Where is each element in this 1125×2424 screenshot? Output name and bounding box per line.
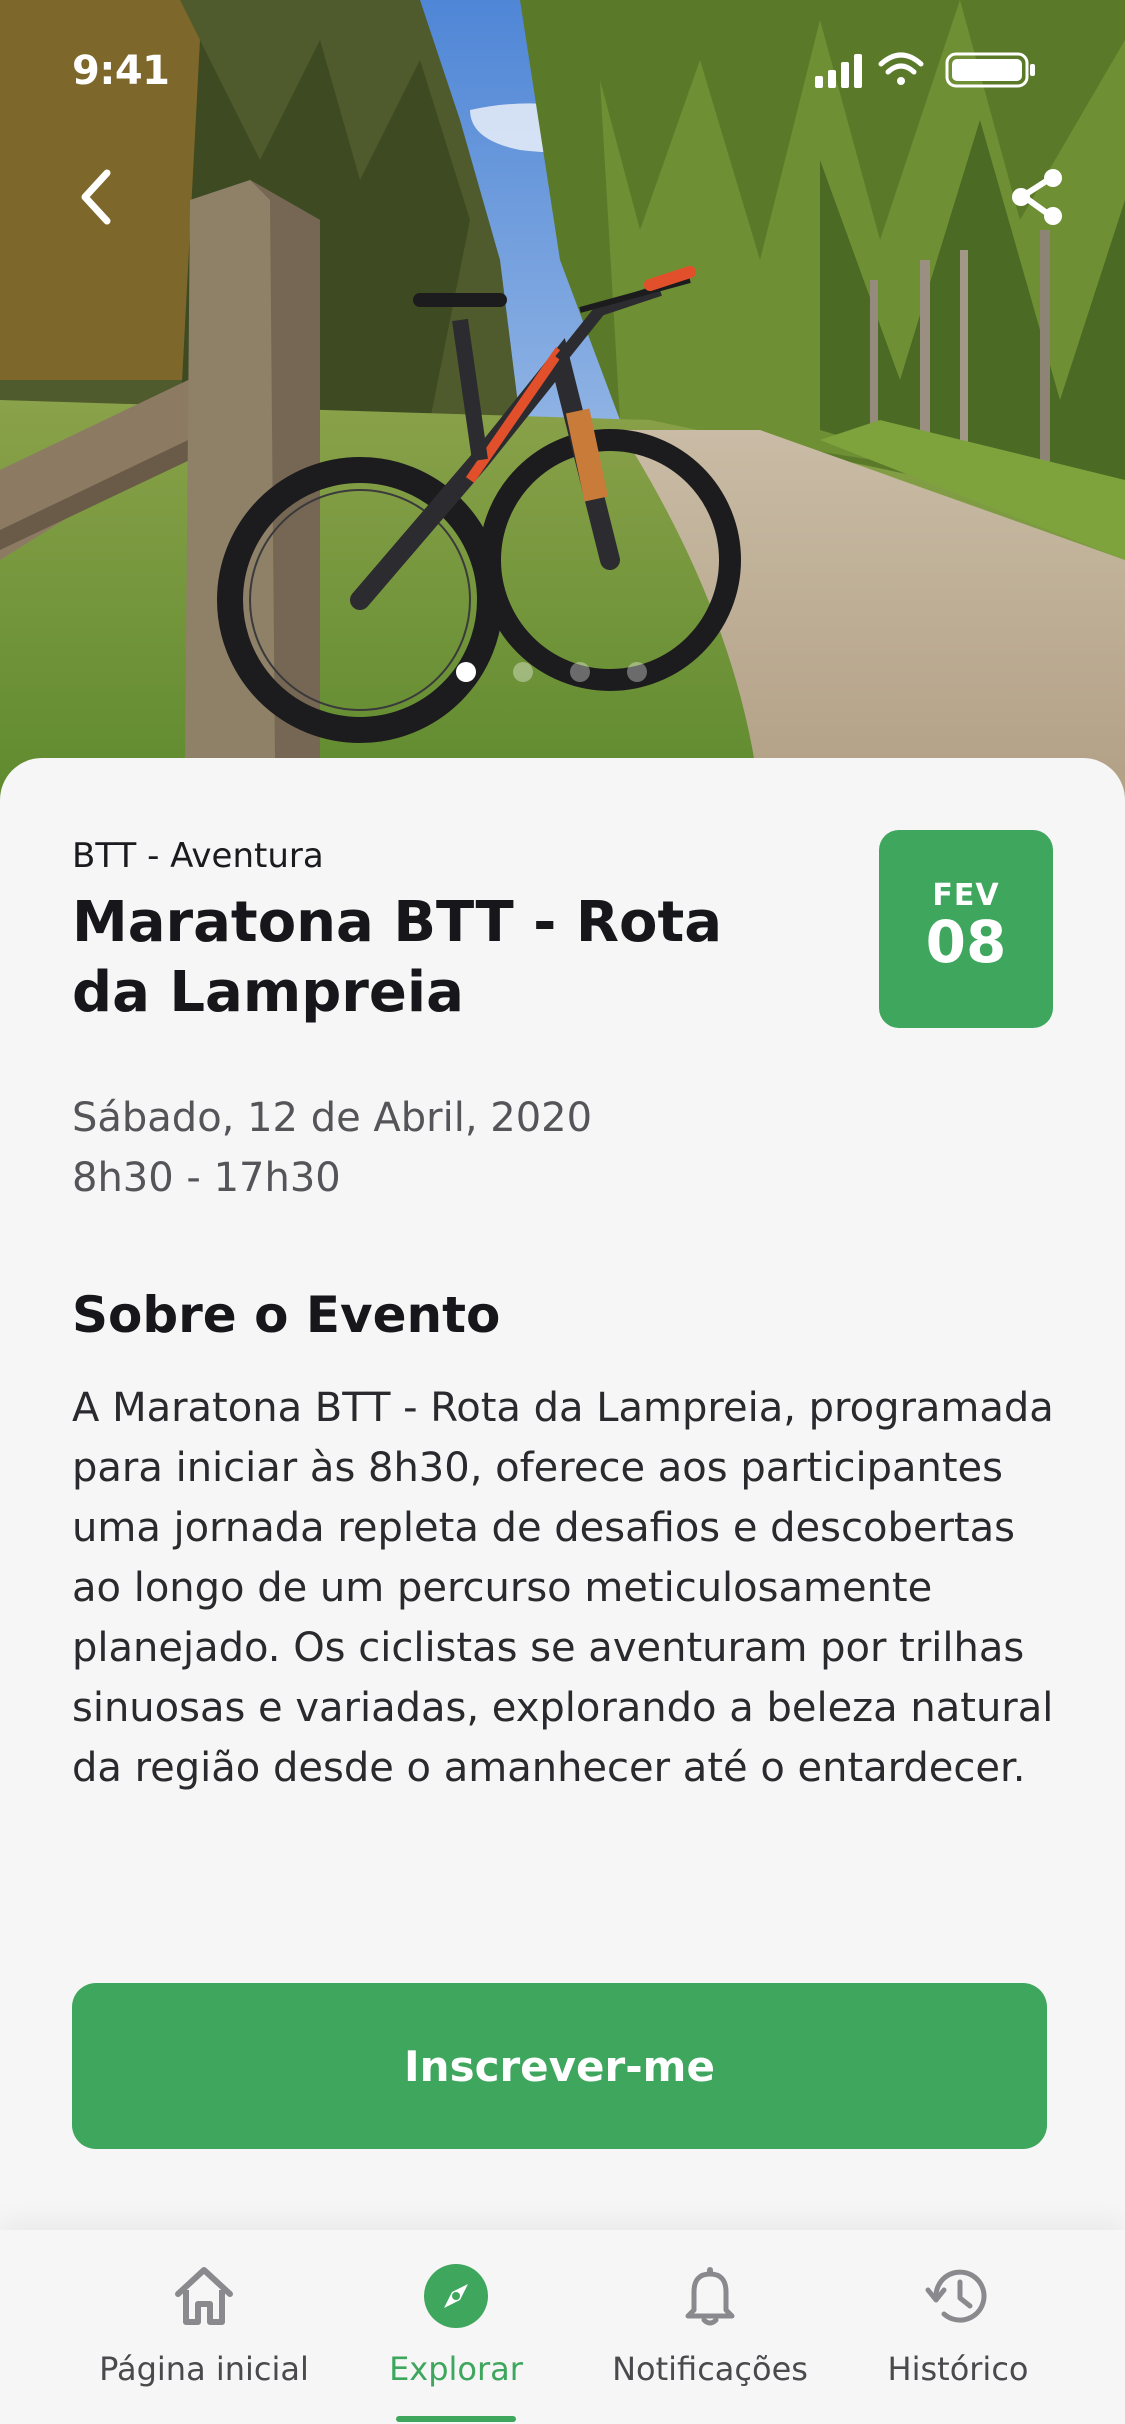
active-tab-indicator xyxy=(396,2416,516,2422)
bottom-navigation: Página inicial Explorar Notificações His… xyxy=(0,2230,1125,2424)
nav-item-notifications-label: Notificações xyxy=(612,2350,808,2388)
carousel-dot-1[interactable] xyxy=(456,662,476,682)
nav-item-explore[interactable]: Explorar xyxy=(326,2230,586,2424)
status-time: 9:41 xyxy=(72,48,170,94)
signal-icon xyxy=(815,54,862,88)
back-button[interactable] xyxy=(52,152,142,242)
event-details-sheet: BTT - Aventura Maratona BTT - Rota da La… xyxy=(0,758,1125,2230)
wifi-icon xyxy=(878,52,924,85)
nav-item-history-label: Histórico xyxy=(887,2350,1029,2388)
battery-icon xyxy=(945,52,1035,88)
register-button[interactable]: Inscrever-me xyxy=(72,1983,1047,2149)
nav-item-history[interactable]: Histórico xyxy=(828,2230,1088,2424)
carousel-dot-2[interactable] xyxy=(513,662,533,682)
compass-icon xyxy=(424,2264,488,2328)
share-button[interactable] xyxy=(993,152,1083,242)
carousel-dot-3[interactable] xyxy=(570,662,590,682)
event-schedule: Sábado, 12 de Abril, 2020 8h30 - 17h30 xyxy=(72,1088,592,1208)
about-description: A Maratona BTT - Rota da Lampreia, progr… xyxy=(72,1385,1054,1791)
carousel-dot-4[interactable] xyxy=(627,662,647,682)
nav-item-notifications[interactable]: Notificações xyxy=(580,2230,840,2424)
event-title: Maratona BTT - Rota da Lampreia xyxy=(72,890,723,1025)
status-bar: 9:41 xyxy=(0,0,1125,140)
bell-icon xyxy=(685,2267,735,2326)
nav-item-home[interactable]: Página inicial xyxy=(74,2230,334,2424)
event-hero-image: 9:41 xyxy=(0,0,1125,800)
date-badge: FEV 08 xyxy=(879,830,1053,1028)
share-icon xyxy=(1012,169,1062,225)
event-time: 8h30 - 17h30 xyxy=(72,1155,341,1201)
event-date: Sábado, 12 de Abril, 2020 xyxy=(72,1095,593,1141)
nav-item-explore-label: Explorar xyxy=(389,2350,523,2388)
carousel-indicator xyxy=(0,662,1125,682)
date-badge-day: 08 xyxy=(925,908,1007,976)
about-heading: Sobre o Evento xyxy=(72,1286,501,1344)
chevron-left-icon xyxy=(81,169,111,225)
event-category: BTT - Aventura xyxy=(72,836,324,876)
home-icon xyxy=(175,2267,233,2325)
status-icons xyxy=(815,52,1035,88)
history-icon xyxy=(925,2269,987,2323)
nav-item-home-label: Página inicial xyxy=(99,2350,309,2388)
